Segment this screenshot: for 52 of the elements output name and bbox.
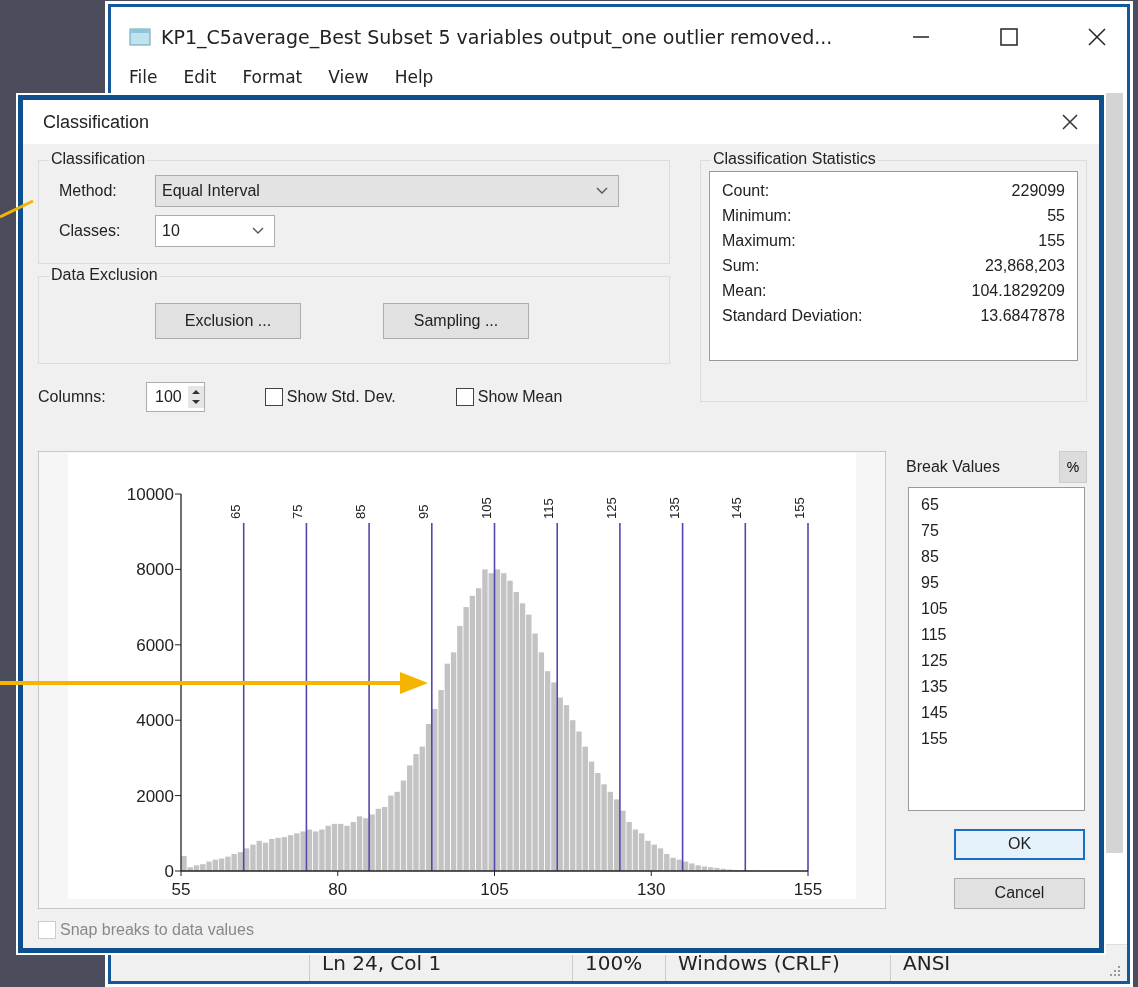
break-label: 105 (478, 497, 494, 519)
axis-tick-label: 0 (164, 862, 174, 881)
axis-tick-label: 10000 (126, 485, 174, 504)
checkbox-label: Show Std. Dev. (286, 388, 396, 406)
break-value: 85 (921, 548, 940, 566)
statistic-label: Count: (722, 182, 770, 200)
break-value: 65 (921, 496, 940, 514)
axis-tick-label: 8000 (136, 560, 174, 580)
statistic-value: 229099 (1011, 182, 1065, 200)
axis-tick-label: 55 (171, 880, 191, 899)
axis-tick-label: 4000 (136, 711, 174, 731)
break-value: 155 (921, 730, 949, 748)
axis-tick-label: 80 (328, 880, 348, 899)
break-label: 135 (666, 497, 682, 519)
break-value: 95 (921, 574, 940, 592)
statistic-value: 13.6847878 (980, 307, 1065, 325)
statistic-label: Standard Deviation: (722, 307, 863, 325)
columns-label: Columns: (38, 388, 107, 406)
statistic-label: Sum: (722, 257, 760, 275)
checkbox-label: Snap breaks to data values (60, 921, 254, 939)
break-label: 85 (353, 504, 369, 519)
break-label: 65 (227, 504, 243, 519)
window-title: KP1_C5average_Best Subset 5 variables output_one outlier removed... (161, 26, 834, 48)
axis-tick-label: 130 (637, 880, 666, 899)
break-value: 115 (921, 626, 948, 644)
statistic-label: Maximum: (722, 232, 796, 250)
break-value: 135 (921, 678, 949, 696)
break-label: 155 (792, 497, 807, 519)
classes-label: Classes: (58, 222, 122, 240)
break-value: 125 (921, 652, 949, 670)
dialog-title: Classification (43, 111, 150, 133)
break-label: 75 (290, 504, 306, 519)
statistic-value: 55 (1047, 207, 1065, 225)
statistic-label: Minimum: (722, 207, 792, 225)
statistic-value: 155 (1038, 232, 1065, 250)
statistic-value: 23,868,203 (984, 257, 1065, 275)
break-label: 145 (729, 497, 745, 519)
break-value: 145 (921, 704, 949, 722)
axis-tick-label: 2000 (136, 786, 174, 806)
statistic-label: Mean: (722, 282, 767, 300)
axis-tick-label: 6000 (136, 635, 174, 655)
axis-tick-label: 105 (480, 880, 509, 899)
break-label: 95 (415, 504, 431, 519)
checkbox-label: Show Mean (477, 388, 563, 406)
break-value: 75 (921, 522, 940, 540)
method-label: Method: (58, 182, 118, 200)
break-value: 105 (921, 600, 949, 618)
break-label: 115 (541, 498, 557, 519)
break-label: 125 (603, 497, 619, 519)
break-values-label: Break Values (906, 458, 1000, 476)
statistic-value: 104.1829209 (971, 282, 1065, 300)
axis-tick-label: 155 (793, 880, 823, 899)
